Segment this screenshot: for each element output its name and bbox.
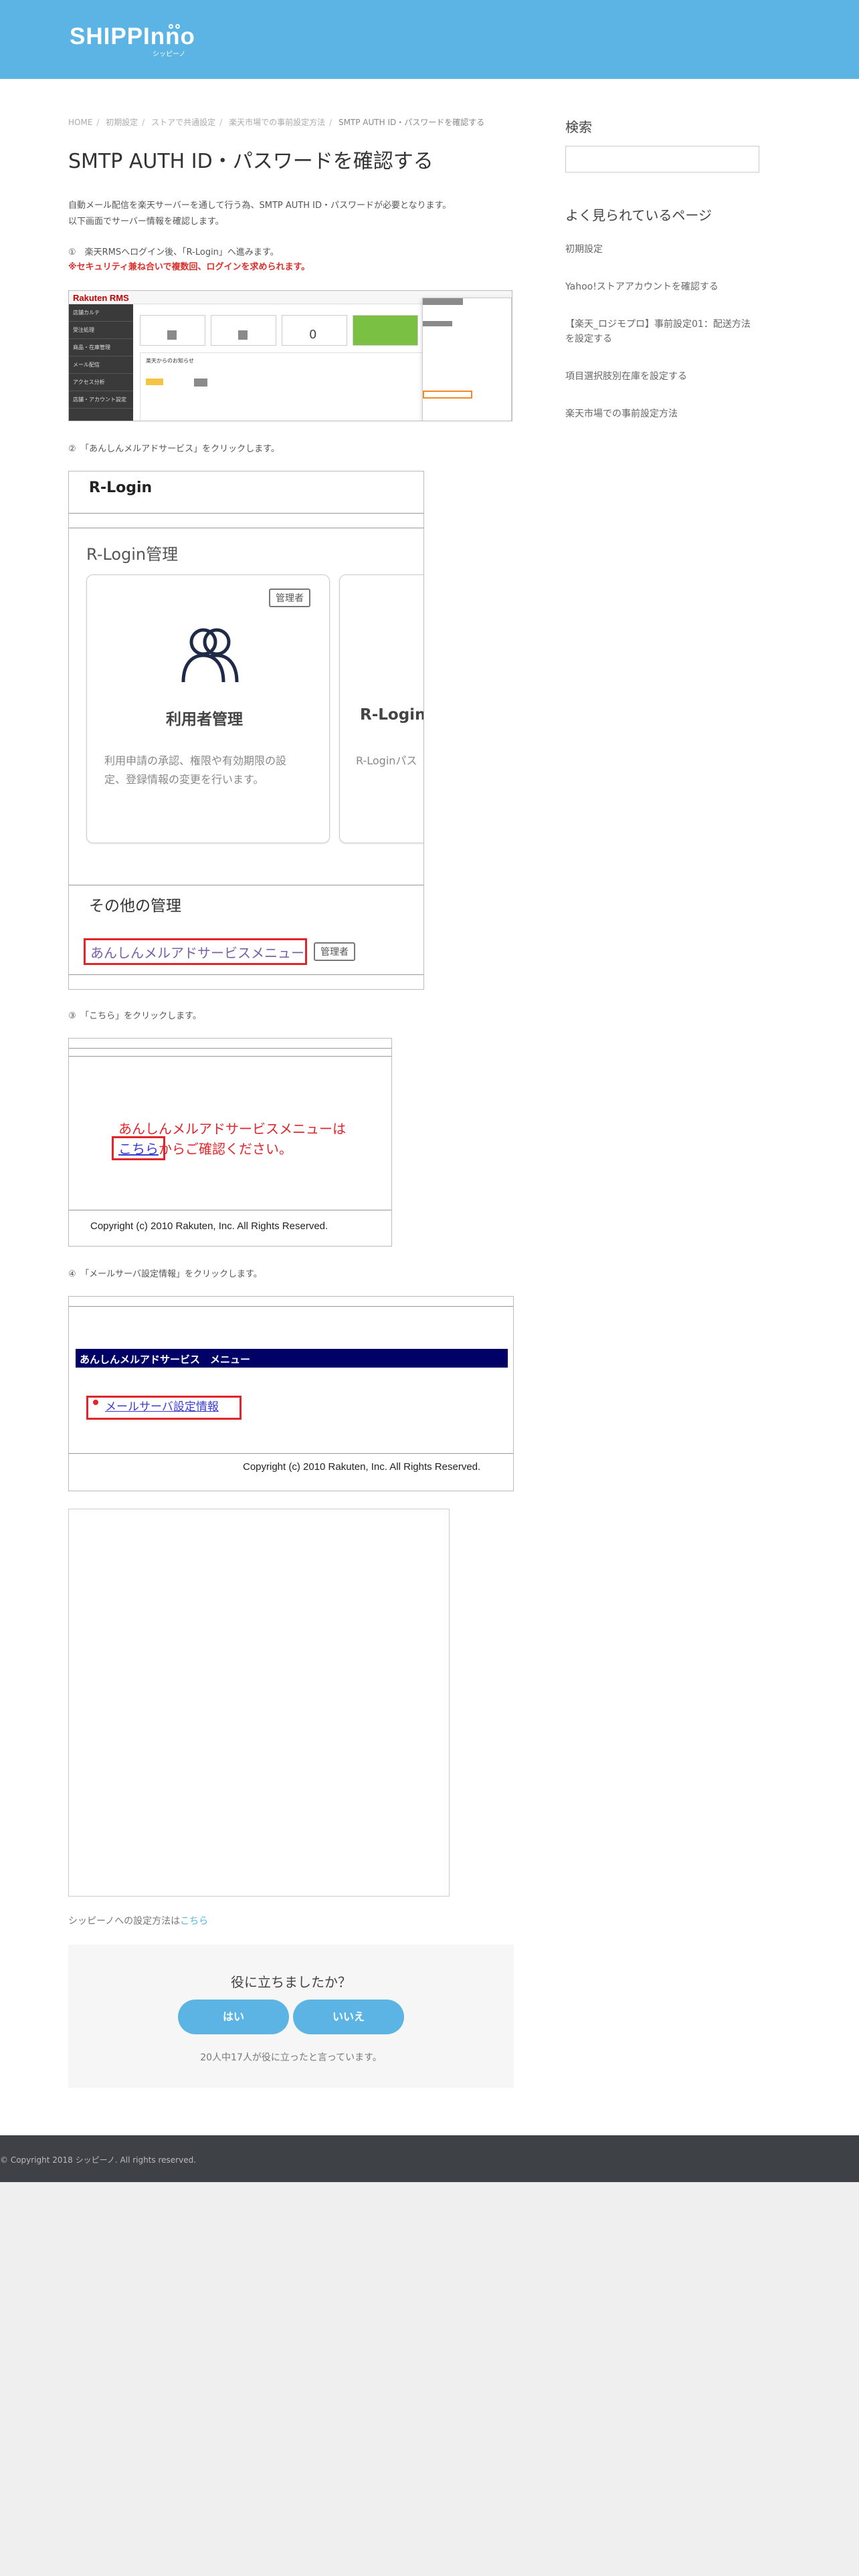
rms-banner: [353, 315, 418, 346]
rlogin-highlight: [423, 391, 472, 399]
breadcrumb-rakuten-setup[interactable]: 楽天市場での事前設定方法: [229, 118, 325, 127]
user-management-title: 利用者管理: [166, 711, 243, 728]
breadcrumb-initial-settings[interactable]: 初期設定: [106, 118, 138, 127]
logo-subtext: シッピーノ: [153, 51, 186, 58]
user-management-desc-2: 定、登録情報の変更を行います。: [104, 773, 264, 786]
rms-menu-item: 商品・在庫管理: [69, 339, 133, 356]
feedback-no-button[interactable]: いいえ: [293, 2000, 404, 2034]
user-management-card[interactable]: 管理者 利用者管理 利用申請の承認、権限や有効期限の設 定、登録情報の変更を行い…: [86, 574, 330, 843]
rms-logo: Rakuten RMS: [73, 293, 129, 303]
kochira-link[interactable]: こちら: [118, 1141, 159, 1157]
mail-server-settings-link[interactable]: メールサーバ設定情報: [105, 1397, 219, 1414]
breadcrumb-home[interactable]: HOME: [68, 118, 92, 127]
admin-badge: 管理者: [314, 942, 355, 961]
popular-link[interactable]: 【楽天_ロジモプロ】事前設定01：配送方法を設定する: [565, 317, 759, 346]
breadcrumb-current: SMTP AUTH ID・パスワードを確認する: [338, 118, 485, 127]
mail-server-menu-screenshot: あんしんメルアドサービス メニュー メールサーバ設定情報 Copyright (…: [68, 1296, 514, 1491]
site-logo[interactable]: SHIPPInno シッピーノ: [70, 24, 195, 59]
other-management-title: その他の管理: [89, 897, 181, 915]
logo-dots-icon: [169, 19, 182, 31]
popular-link[interactable]: 楽天市場での事前設定方法: [565, 407, 759, 421]
rlogin-card-title: R-Login: [360, 706, 424, 724]
feedback-question: 役に立ちましたか？: [231, 1974, 351, 1990]
step-1-warning: ※セキュリティ兼ね合いで複数回、ログインを求められます。: [68, 262, 310, 272]
anshin-message-line2: こちらからご確認ください。: [118, 1141, 292, 1157]
rms-screenshot: Rakuten RMS 店舗カルテ 受注処理 商品・在庫管理 メール配信 アクセ…: [68, 290, 512, 421]
menu-title-bar: あんしんメルアドサービス メニュー: [76, 1349, 508, 1368]
rms-sidebar: 店舗カルテ 受注処理 商品・在庫管理 メール配信 アクセス分析 店舗・アカウント…: [69, 304, 133, 421]
admin-badge: 管理者: [269, 588, 310, 607]
step-4-text: ④ 「メールサーバ設定情報」をクリックします。: [68, 1269, 262, 1279]
rlogin-section-title: R-Login管理: [86, 545, 179, 564]
rms-menu-item: アクセス分析: [69, 374, 133, 391]
feedback-box: 役に立ちましたか？ はい いいえ 20人中17人が役に立ったと言っています。: [68, 1945, 514, 2088]
shippino-setup-note: シッピーノへの設定方法はこちら: [68, 1916, 209, 1927]
rms-menu-item: 店舗・アカウント設定: [69, 391, 133, 409]
intro-line-1: 自動メール配信を楽天サーバーを通して行う為、SMTP AUTH ID・パスワード…: [68, 201, 452, 211]
page-title: SMTP AUTH ID・パスワードを確認する: [68, 150, 434, 173]
step-2-text: ② 「あんしんメルアドサービス」をクリックします。: [68, 444, 280, 454]
popular-link[interactable]: 項目選択肢別在庫を設定する: [565, 369, 759, 384]
rakuten-copyright: Copyright (c) 2010 Rakuten, Inc. All Rig…: [90, 1220, 328, 1232]
user-management-desc-1: 利用申請の承認、権限や有効期限の設: [104, 754, 287, 767]
rlogin-card-desc: R-Loginパス: [356, 754, 417, 767]
embedded-video-frame[interactable]: [68, 1509, 450, 1897]
breadcrumb-store-common[interactable]: ストアで共通設定: [151, 118, 215, 127]
main-content: HOME / 初期設定 / ストアで共通設定 / 楽天市場での事前設定方法 / SMTP…: [68, 116, 514, 2088]
rlogin-screenshot: R-Login R-Login管理 管理者 利用者管理 利用申請の承認、権限や有…: [68, 471, 424, 990]
popular-link[interactable]: 初期設定: [565, 242, 759, 257]
bullet-icon: [93, 1400, 98, 1405]
rms-stat-card: [140, 315, 205, 346]
step-3-text: ③ 「こちら」をクリックします。: [68, 1011, 201, 1021]
search-heading: 検索: [565, 119, 592, 135]
step-1-text: ① 楽天RMSへログイン後、「R-Login」へ進みます。: [68, 247, 279, 257]
breadcrumb: HOME / 初期設定 / ストアで共通設定 / 楽天市場での事前設定方法 / SMTP…: [68, 118, 485, 127]
rms-menu-item: 受注処理: [69, 322, 133, 339]
feedback-count: 20人中17人が役に立ったと言っています。: [200, 2052, 382, 2063]
rlogin-card-partial[interactable]: R-Login R-Loginパス: [339, 574, 424, 843]
rms-dropdown: [422, 298, 512, 421]
users-icon: [181, 628, 239, 683]
rms-stat-card: [211, 315, 276, 346]
search-input[interactable]: [565, 146, 759, 173]
rms-news-panel: 楽天からのお知らせ: [140, 352, 434, 421]
rlogin-title: R-Login: [89, 479, 153, 496]
site-footer: © Copyright 2018 シッピーノ. All rights reser…: [0, 2135, 859, 2182]
anshin-menu-screenshot: あんしんメルアドサービスメニューは こちらからご確認ください。 Copyrigh…: [68, 1038, 392, 1247]
site-header: SHIPPInno シッピーノ: [0, 0, 859, 79]
popular-heading: よく見られているページ: [565, 207, 712, 223]
feedback-yes-button[interactable]: はい: [178, 2000, 289, 2034]
footer-copyright: © Copyright 2018 シッピーノ. All rights reser…: [0, 2155, 197, 2165]
intro-line-2: 以下画面でサーバー情報を確認します。: [68, 217, 224, 227]
anshin-service-link[interactable]: あんしんメルアドサービスメニュー: [90, 942, 304, 962]
popular-link[interactable]: Yahoo!ストアアカウントを確認する: [565, 280, 759, 294]
rms-menu-item: 店舗カルテ: [69, 304, 133, 322]
rakuten-copyright: Copyright (c) 2010 Rakuten, Inc. All Rig…: [243, 1461, 481, 1473]
rms-stat-card: 0: [282, 315, 347, 346]
rms-menu-item: メール配信: [69, 356, 133, 374]
shippino-setup-link[interactable]: こちら: [180, 1916, 208, 1927]
